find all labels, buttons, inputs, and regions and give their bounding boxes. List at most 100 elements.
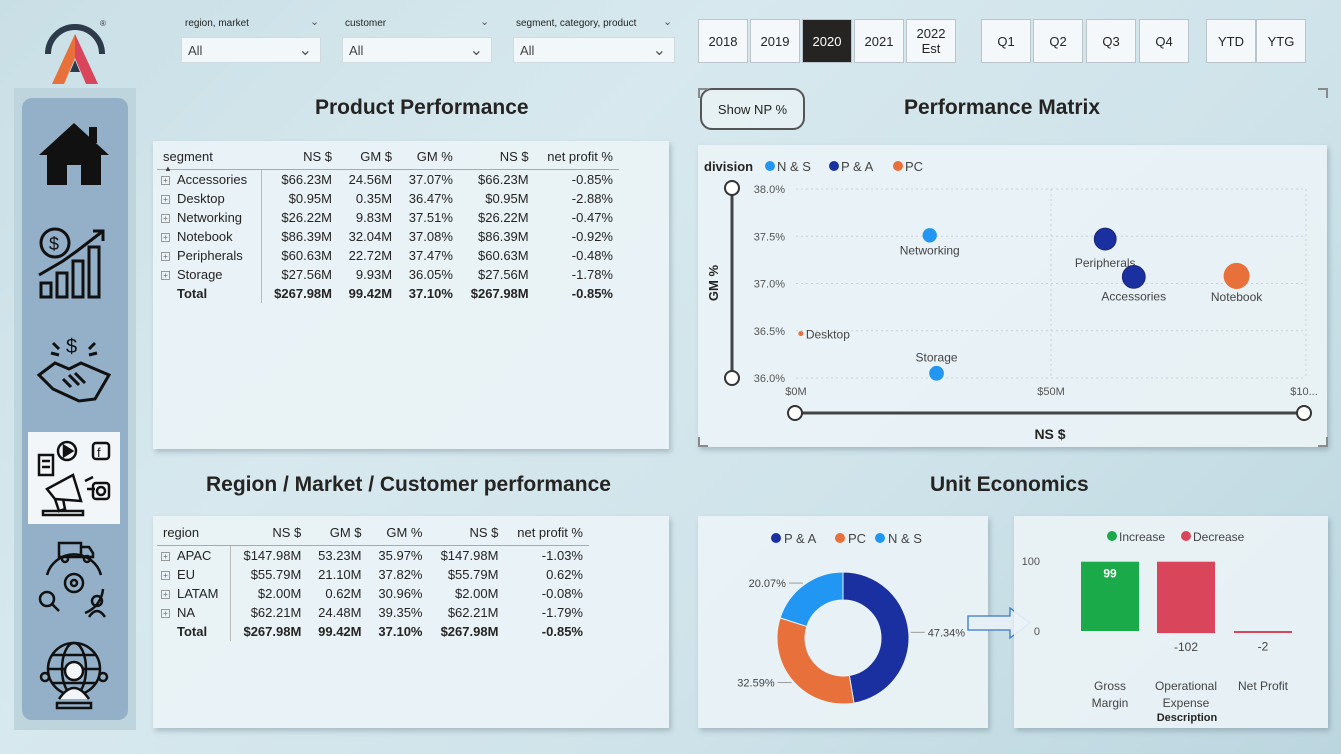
- quarter-chip-q2[interactable]: Q2: [1033, 19, 1083, 63]
- legend-entry[interactable]: P & A: [841, 159, 874, 174]
- legend-entry[interactable]: PC: [905, 159, 923, 174]
- expand-plus-icon[interactable]: +: [161, 194, 170, 204]
- expand-plus-icon[interactable]: +: [161, 551, 170, 561]
- table-cell: $147.98M: [440, 547, 499, 563]
- y-range-slider-handle-bottom[interactable]: [724, 370, 740, 386]
- nav-home[interactable]: [28, 108, 120, 200]
- total-cell: $267.98M: [230, 621, 308, 641]
- year-chip-2019[interactable]: 2019: [750, 19, 800, 63]
- expand-plus-icon[interactable]: +: [161, 589, 170, 599]
- expand-plus-icon[interactable]: +: [161, 251, 170, 261]
- slicer-customer-dropdown[interactable]: All ⌄: [342, 37, 492, 63]
- legend-entry[interactable]: Decrease: [1193, 530, 1245, 544]
- scatter-point-notebook[interactable]: [1223, 262, 1250, 289]
- chevron-down-icon[interactable]: ⌄: [310, 15, 319, 28]
- row-header-cell: + Storage: [157, 265, 262, 284]
- column-header[interactable]: segment: [157, 149, 262, 170]
- waterfall-bar[interactable]: [1157, 561, 1215, 634]
- column-header[interactable]: GM $: [307, 525, 368, 546]
- year-chip-2020[interactable]: 2020: [802, 19, 852, 63]
- column-header[interactable]: GM %: [398, 149, 459, 170]
- sort-ascending-icon[interactable]: ▲: [164, 164, 172, 173]
- column-header[interactable]: region: [157, 525, 231, 546]
- column-header[interactable]: GM %: [367, 525, 429, 546]
- nav-executive[interactable]: [28, 628, 120, 720]
- expand-plus-icon[interactable]: +: [161, 175, 170, 185]
- year-chip-2022-est[interactable]: 2022 Est: [906, 19, 956, 63]
- period-chip-ytd[interactable]: YTD: [1206, 19, 1256, 63]
- marketing-megaphone-icon: f: [37, 440, 111, 517]
- chevron-down-icon[interactable]: ⌄: [480, 15, 489, 28]
- x-range-slider-handle-right[interactable]: [1296, 405, 1312, 421]
- data-label: -102: [1174, 640, 1198, 654]
- slicer-region-dropdown[interactable]: All ⌄: [181, 37, 321, 63]
- table-row[interactable]: + Networking $26.22M 9.83M 37.51% $26.22M -0.4…: [157, 207, 619, 227]
- legend-entry[interactable]: Increase: [1119, 530, 1165, 544]
- legend-entry[interactable]: N & S: [888, 531, 922, 546]
- quarter-chip-q4[interactable]: Q4: [1139, 19, 1189, 63]
- expand-plus-icon[interactable]: +: [161, 608, 170, 618]
- region-performance-panel: region NS $ GM $ GM % NS $ net profit % …: [153, 516, 669, 728]
- data-label: 32.59%: [737, 678, 775, 690]
- scatter-point-peripherals[interactable]: [1093, 227, 1117, 251]
- nav-supply-chain[interactable]: [28, 534, 120, 626]
- y-range-slider-handle-top[interactable]: [724, 180, 740, 196]
- expand-plus-icon[interactable]: +: [161, 570, 170, 580]
- quarter-chip-q1[interactable]: Q1: [981, 19, 1031, 63]
- scatter-point-networking[interactable]: [922, 228, 937, 243]
- table-cell: 37.82%: [378, 566, 423, 582]
- column-header[interactable]: NS $: [428, 525, 505, 546]
- expand-plus-icon[interactable]: +: [161, 232, 170, 242]
- table-row[interactable]: + NA $62.21M 24.48M 39.35% $62.21M -1.79%: [157, 602, 589, 622]
- table-row[interactable]: + Desktop $0.95M 0.35M 36.47% $0.95M -2.88%: [157, 188, 619, 208]
- legend-entry[interactable]: N & S: [777, 159, 811, 174]
- expand-plus-icon[interactable]: +: [161, 270, 170, 280]
- region-matrix-table: region NS $ GM $ GM % NS $ net profit % …: [157, 525, 589, 641]
- waterfall-bar[interactable]: [1234, 631, 1292, 633]
- nav-finance[interactable]: $: [28, 216, 120, 308]
- scatter-point-desktop[interactable]: [798, 331, 804, 337]
- home-icon: [39, 123, 109, 185]
- table-row[interactable]: + EU $55.79M 21.10M 37.82% $55.79M 0.62%: [157, 564, 589, 584]
- donut-slice-pc[interactable]: [776, 617, 855, 705]
- x-range-slider-handle-left[interactable]: [787, 405, 803, 421]
- chevron-down-icon[interactable]: ⌄: [663, 15, 672, 28]
- y-axis-label: GM %: [706, 265, 721, 302]
- legend-entry[interactable]: PC: [848, 531, 866, 546]
- year-chip-2018[interactable]: 2018: [698, 19, 748, 63]
- scatter-point-accessories[interactable]: [1121, 264, 1146, 289]
- column-header[interactable]: NS $: [458, 149, 535, 170]
- table-row[interactable]: + Peripherals $60.63M 22.72M 37.47% $60.63M -0…: [157, 245, 619, 265]
- column-header[interactable]: GM $: [338, 149, 399, 170]
- donut-slice-ns[interactable]: [779, 571, 844, 628]
- show-np-button[interactable]: Show NP %: [700, 88, 805, 130]
- column-header[interactable]: net profit %: [504, 525, 589, 546]
- column-header[interactable]: NS $: [230, 525, 308, 546]
- column-header[interactable]: NS $: [261, 149, 338, 170]
- expand-plus-icon[interactable]: +: [161, 213, 170, 223]
- donut-slice-pa[interactable]: [842, 571, 910, 704]
- legend-entry[interactable]: P & A: [784, 531, 817, 546]
- table-row[interactable]: + Storage $27.56M 9.93M 36.05% $27.56M -1.78%: [157, 264, 619, 284]
- table-row[interactable]: + APAC $147.98M 53.23M 35.97% $147.98M -1.03%: [157, 545, 589, 565]
- row-header-cell: + Accessories: [157, 170, 262, 189]
- row-label: Notebook: [177, 228, 233, 244]
- table-cell: $55.79M: [447, 566, 499, 582]
- y-tick-label: 100: [1022, 556, 1040, 568]
- slicer-product-dropdown[interactable]: All ⌄: [513, 37, 675, 63]
- table-row[interactable]: + Notebook $86.39M 32.04M 37.08% $86.39M -0.92…: [157, 226, 619, 246]
- column-header[interactable]: net profit %: [534, 149, 619, 170]
- row-label: Networking: [177, 209, 243, 225]
- scatter-point-storage[interactable]: [929, 365, 944, 381]
- row-label: Storage: [177, 266, 223, 282]
- quarter-chip-q3[interactable]: Q3: [1086, 19, 1136, 63]
- nav-sales[interactable]: $: [28, 324, 120, 416]
- table-cell: $26.22M: [261, 207, 338, 227]
- row-label: Peripherals: [177, 247, 243, 263]
- period-chip-ytg[interactable]: YTG: [1256, 19, 1306, 63]
- nav-marketing[interactable]: f: [28, 432, 120, 524]
- year-chip-2021[interactable]: 2021: [854, 19, 904, 63]
- table-row[interactable]: + Accessories $66.23M 24.56M 37.07% $66.23M -0…: [157, 169, 619, 189]
- legend-swatch: [1181, 531, 1191, 541]
- table-row[interactable]: + LATAM $2.00M 0.62M 30.96% $2.00M -0.08%: [157, 583, 589, 603]
